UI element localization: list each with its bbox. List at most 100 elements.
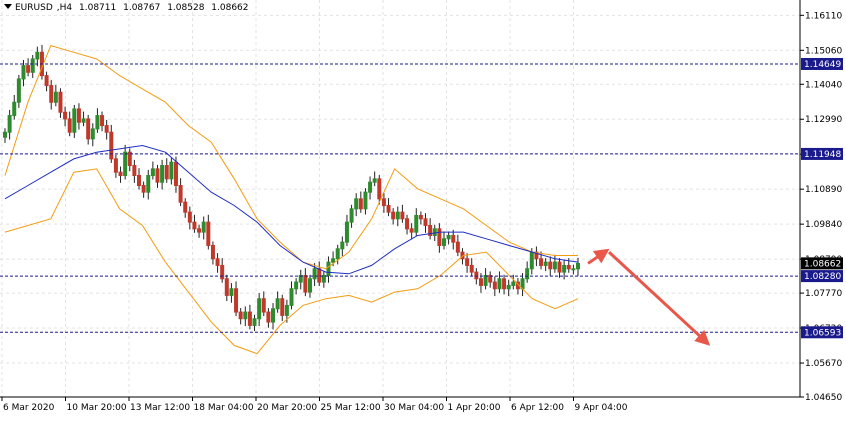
- candle-body: [16, 78, 21, 103]
- y-tick-label: 1.05670: [805, 359, 842, 369]
- candle-body: [294, 281, 299, 290]
- candle-body: [423, 218, 428, 226]
- candle-body: [539, 258, 544, 266]
- y-tick-label: 1.07770: [805, 289, 842, 299]
- candle-body: [215, 258, 220, 266]
- candle-body: [104, 125, 109, 133]
- dropdown-triangle-icon[interactable]: [4, 4, 12, 9]
- x-tick-label: 10 Mar 20:00: [67, 403, 127, 413]
- candle-body: [317, 268, 322, 283]
- candle-body: [543, 261, 548, 266]
- ohlc-high: 1.08767: [123, 3, 161, 13]
- candle-body: [557, 261, 562, 273]
- candle-body: [21, 65, 26, 80]
- candle-body: [405, 218, 410, 230]
- candle-body: [76, 108, 81, 123]
- candle-body: [261, 298, 266, 313]
- x-tick-label: 6 Mar 2020: [3, 403, 55, 413]
- candle-body: [201, 221, 206, 233]
- candle-body: [469, 264, 474, 273]
- candle-body: [275, 298, 280, 310]
- candle-body: [326, 261, 331, 276]
- candle-body: [58, 91, 63, 113]
- candle-body: [49, 85, 54, 103]
- candle-body: [137, 175, 142, 187]
- candle-body: [414, 214, 419, 233]
- candle-body: [95, 115, 100, 130]
- current-price-label: 1.08662: [804, 259, 841, 269]
- symbol-timeframe: EURUSD ,H4: [15, 3, 73, 13]
- candle-body: [224, 278, 229, 296]
- chart-header: EURUSD ,H4 1.08711 1.08767 1.08528 1.0866…: [4, 3, 253, 13]
- candle-body: [502, 278, 507, 290]
- candle-body: [446, 234, 451, 240]
- candle-body: [331, 258, 336, 263]
- price-chart[interactable]: EURUSD ,H4 1.08711 1.08767 1.08528 1.0866…: [0, 0, 846, 417]
- candle-body: [409, 228, 414, 233]
- candle-body: [552, 261, 557, 270]
- candle-body: [12, 101, 17, 117]
- candle-body: [113, 158, 118, 173]
- y-tick-label: 1.10890: [805, 185, 842, 195]
- y-tick-label: 1.14040: [805, 80, 842, 90]
- candle-body: [155, 168, 160, 183]
- ohlc-open: 1.08711: [79, 3, 117, 13]
- candle-body: [441, 238, 446, 246]
- y-tick-label: 1.04650: [805, 393, 842, 403]
- x-tick-label: 13 Mar 12:00: [130, 403, 190, 413]
- candle-body: [418, 214, 423, 220]
- x-tick-label: 25 Mar 12:00: [321, 403, 381, 413]
- candle-body: [478, 278, 483, 286]
- candle-body: [197, 228, 202, 233]
- candle-body: [63, 111, 68, 120]
- candle-body: [354, 198, 359, 210]
- candle-body: [571, 268, 576, 271]
- candle-body: [67, 118, 72, 133]
- candle-body: [44, 75, 49, 87]
- x-tick-label: 9 Apr 04:00: [575, 403, 628, 413]
- candle-body: [566, 264, 571, 270]
- x-tick-label: 30 Mar 04:00: [384, 403, 444, 413]
- candle-body: [381, 198, 386, 206]
- candle-body: [72, 108, 77, 133]
- candle-body: [7, 115, 12, 133]
- candle-body: [86, 118, 91, 140]
- candle-body: [173, 161, 178, 187]
- candle-body: [53, 91, 58, 103]
- candle-body: [150, 168, 155, 177]
- candle-body: [289, 288, 294, 306]
- candle-body: [307, 278, 312, 293]
- candle-body: [183, 201, 188, 213]
- x-tick-label: 20 Mar 20:00: [257, 403, 317, 413]
- x-tick-label: 6 Apr 12:00: [511, 403, 564, 413]
- candle-body: [562, 264, 567, 273]
- candle-body: [340, 241, 345, 250]
- candle-body: [455, 241, 460, 253]
- candle-body: [280, 298, 285, 316]
- candle-body: [100, 115, 105, 127]
- candle-body: [234, 288, 239, 313]
- candle-body: [576, 262, 580, 270]
- candle-body: [363, 191, 368, 210]
- candle-body: [30, 58, 35, 73]
- candle-body: [395, 211, 400, 220]
- candle-body: [344, 221, 349, 243]
- x-tick-label: 18 Mar 04:00: [194, 403, 254, 413]
- chart-canvas[interactable]: 1.161101.150601.140401.129901.119401.108…: [0, 0, 846, 417]
- candle-body: [349, 208, 354, 223]
- candle-body: [210, 244, 215, 260]
- y-tick-label: 1.09840: [805, 220, 842, 230]
- candle-body: [220, 264, 225, 280]
- candle-body: [192, 221, 197, 230]
- candle-body: [257, 298, 262, 320]
- candle-body: [178, 185, 183, 203]
- candle-body: [303, 274, 308, 293]
- candle-body: [335, 248, 340, 260]
- candle-body: [368, 181, 373, 193]
- level-label: 1.08280: [804, 272, 841, 282]
- candle-body: [109, 131, 114, 160]
- candle-body: [506, 284, 511, 290]
- y-tick-label: 1.15060: [805, 46, 842, 56]
- candle-body: [474, 271, 479, 280]
- candle-body: [3, 131, 7, 138]
